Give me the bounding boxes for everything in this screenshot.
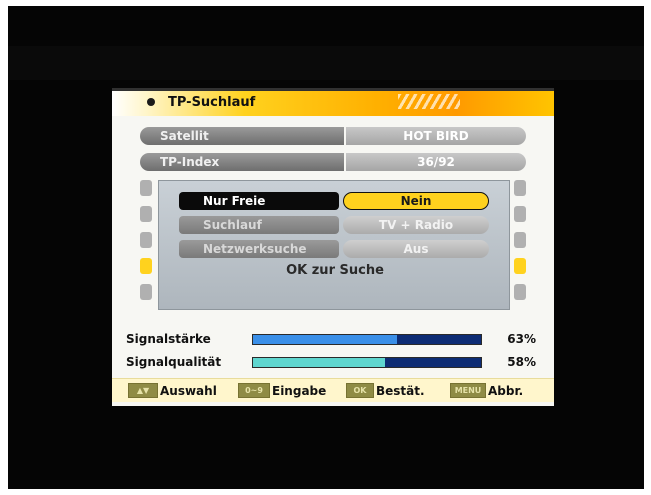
help-bar: ▲▼ Auswahl 0~9 Eingabe OK Bestät. MENU A…	[112, 378, 554, 402]
help-label: Abbr.	[488, 384, 524, 398]
meter-label: Signalqualität	[126, 355, 222, 369]
hidden-row-tab	[514, 206, 526, 222]
meter-track	[252, 334, 482, 345]
tv-screen: TP-Suchlauf Satellit HOT BIRD TP-Index 3…	[8, 6, 644, 489]
help-label: Eingabe	[272, 384, 327, 398]
title-stripes-decoration	[398, 94, 460, 109]
settings-row-satellit[interactable]: Satellit HOT BIRD	[140, 127, 526, 145]
meter-percent: 63%	[507, 332, 536, 346]
option-value-selected[interactable]: Nein	[343, 192, 489, 210]
tp-search-menu: TP-Suchlauf Satellit HOT BIRD TP-Index 3…	[112, 88, 554, 406]
setting-label: Satellit	[140, 127, 344, 145]
signal-quality-meter: Signalqualität 58%	[126, 354, 542, 370]
meter-percent: 58%	[507, 355, 536, 369]
help-label: Auswahl	[160, 384, 217, 398]
option-netzwerksuche[interactable]: Netzwerksuche Aus	[179, 240, 489, 258]
number-keys-icon: 0~9	[238, 383, 270, 398]
page-title: TP-Suchlauf	[168, 95, 256, 110]
option-value[interactable]: TV + Radio	[343, 216, 489, 234]
option-suchlauf[interactable]: Suchlauf TV + Radio	[179, 216, 489, 234]
option-nur-freie[interactable]: Nur Freie Nein	[179, 192, 489, 210]
meter-fill	[253, 358, 386, 367]
title-bullet-icon	[147, 98, 155, 106]
meter-track	[252, 357, 482, 368]
search-options-dialog: Nur Freie Nein Suchlauf TV + Radio Netzw…	[158, 180, 510, 310]
option-label: Suchlauf	[179, 216, 339, 234]
hidden-row-tab-selected	[514, 258, 526, 274]
hidden-row-tab	[514, 232, 526, 248]
hidden-row-tab-selected	[140, 258, 152, 274]
ok-key-icon: OK	[346, 383, 374, 398]
hidden-row-tab	[514, 284, 526, 300]
help-label: Bestät.	[376, 384, 425, 398]
setting-label: TP-Index	[140, 153, 344, 171]
setting-value: 36/92	[346, 153, 526, 171]
title-bar: TP-Suchlauf	[112, 88, 554, 116]
option-label: Netzwerksuche	[179, 240, 339, 258]
hidden-row-tab	[140, 180, 152, 196]
hidden-row-tab	[140, 206, 152, 222]
option-label: Nur Freie	[179, 192, 339, 210]
signal-strength-meter: Signalstärke 63%	[126, 331, 542, 347]
hidden-row-tab	[140, 284, 152, 300]
settings-row-tp-index[interactable]: TP-Index 36/92	[140, 153, 526, 171]
hidden-row-tab	[514, 180, 526, 196]
meter-fill	[253, 335, 397, 344]
ok-to-search-prompt[interactable]: OK zur Suche	[159, 263, 511, 278]
meter-label: Signalstärke	[126, 332, 211, 346]
arrow-keys-icon: ▲▼	[128, 383, 158, 398]
option-value[interactable]: Aus	[343, 240, 489, 258]
menu-key-icon: MENU	[450, 383, 486, 398]
setting-value: HOT BIRD	[346, 127, 526, 145]
hidden-row-tab	[140, 232, 152, 248]
